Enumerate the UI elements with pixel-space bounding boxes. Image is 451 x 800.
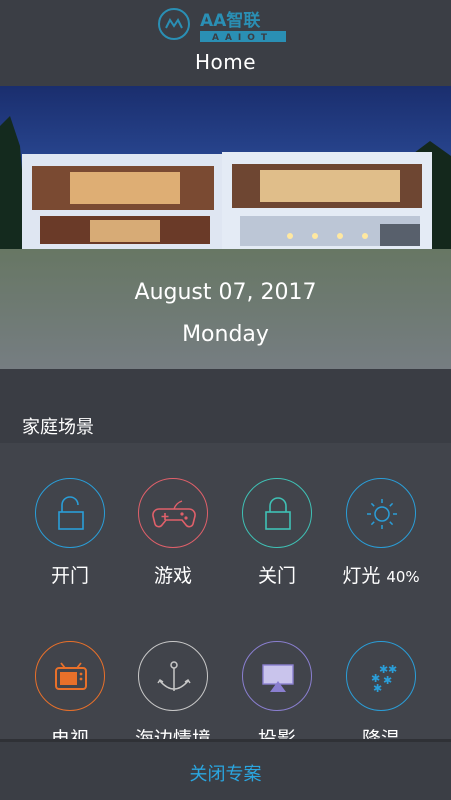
svg-text:✱: ✱ — [373, 682, 382, 695]
unlock-icon — [35, 478, 105, 548]
gamepad-icon — [138, 478, 208, 548]
section-title: 家庭场景 — [22, 417, 94, 438]
sun-icon — [346, 478, 416, 548]
svg-text:AA智联: AA智联 — [200, 10, 260, 31]
scene-label: 游戏 — [153, 565, 192, 587]
tv-icon — [35, 641, 105, 711]
close-project-button[interactable]: 关闭专案 — [0, 760, 451, 786]
aaiot-logo: AA智联 AAIOT — [158, 8, 286, 43]
scene-label-text: 灯光 — [342, 565, 381, 587]
snowflake-icon: ✱ ✱ ✱ ✱ ✱ — [346, 641, 416, 711]
current-date: August 07, 2017 — [134, 280, 317, 305]
hero-banner: August 07, 2017 Monday — [0, 86, 451, 369]
scene-label: 开门 — [50, 565, 89, 587]
page-title: Home — [194, 50, 257, 74]
light-level: 40% — [386, 568, 420, 586]
app-header: AA智联 AAIOT Home — [0, 0, 451, 86]
svg-text:AAIOT: AAIOT — [212, 33, 273, 43]
scene-label: 灯光 40% — [329, 561, 433, 588]
svg-text:✱: ✱ — [383, 674, 392, 687]
current-weekday: Monday — [182, 322, 269, 347]
scene-label: 关门 — [257, 565, 296, 587]
lock-icon — [242, 478, 312, 548]
airplay-icon — [242, 641, 312, 711]
bottom-action-bar: 关闭专案 — [0, 739, 451, 800]
anchor-icon — [138, 641, 208, 711]
